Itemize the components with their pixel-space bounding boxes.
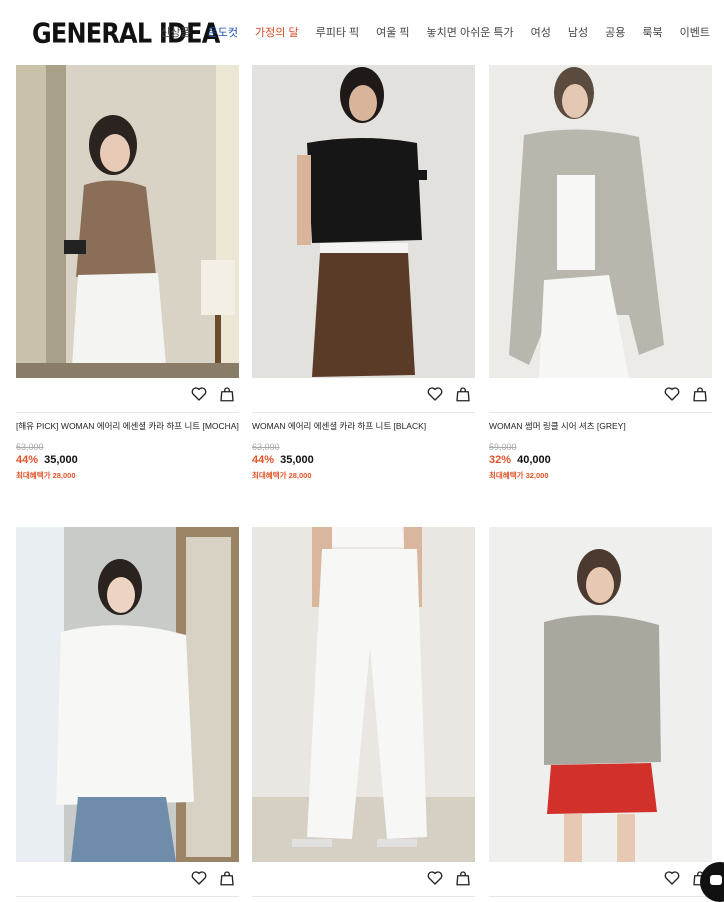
heart-icon[interactable]: [190, 385, 208, 403]
product-card[interactable]: [해유 PICK] WOMAN 에어리 에센셜 카라 하프 니트 [MOCHA]…: [16, 65, 239, 481]
nav-item-lupita-pick[interactable]: 루피타 픽: [316, 24, 360, 40]
product-actions: [16, 378, 239, 413]
nav-item-new[interactable]: 신상품: [160, 24, 190, 40]
nav-item-event[interactable]: 이벤트: [680, 24, 710, 40]
nav-item-yeoul-pick[interactable]: 여울 픽: [376, 24, 409, 40]
product-card[interactable]: [16, 527, 239, 897]
product-actions: [16, 862, 239, 897]
product-image[interactable]: [16, 65, 239, 378]
shopping-bag-icon[interactable]: [218, 869, 236, 887]
price-line: 44% 35,000: [252, 454, 475, 466]
product-actions: [489, 862, 712, 897]
product-card[interactable]: WOMAN 썸머 링클 시어 셔츠 [GREY] 59,000 32% 40,0…: [489, 65, 712, 481]
price-line: 32% 40,000: [489, 454, 712, 466]
product-title[interactable]: WOMAN 썸머 링클 시어 셔츠 [GREY]: [489, 420, 712, 432]
sale-price: 35,000: [280, 454, 314, 466]
product-actions: [489, 378, 712, 413]
product-card[interactable]: WOMAN 에어리 에센셜 카라 하프 니트 [BLACK] 63,000 44…: [252, 65, 475, 481]
heart-icon[interactable]: [663, 869, 681, 887]
original-price: 63,000: [252, 442, 280, 452]
product-card[interactable]: [252, 527, 475, 897]
shopping-bag-icon[interactable]: [691, 385, 709, 403]
product-actions: [252, 378, 475, 413]
main-nav: 신상품 온도컷 가정의 달 루피타 픽 여울 픽 놓치면 아쉬운 특가 여성 남…: [143, 24, 710, 40]
discount-rate: 44%: [16, 454, 39, 466]
chat-bubble-shape: [710, 875, 722, 885]
heart-icon[interactable]: [426, 385, 444, 403]
product-title[interactable]: [해유 PICK] WOMAN 에어리 에센셜 카라 하프 니트 [MOCHA]: [16, 420, 239, 432]
nav-item-women[interactable]: 여성: [531, 24, 551, 40]
product-title[interactable]: WOMAN 에어리 에센셜 카라 하프 니트 [BLACK]: [252, 420, 475, 432]
heart-icon[interactable]: [190, 869, 208, 887]
product-image[interactable]: [489, 65, 712, 378]
product-actions: [252, 862, 475, 897]
product-image[interactable]: [489, 527, 712, 862]
shopping-bag-icon[interactable]: [218, 385, 236, 403]
original-price: 59,000: [489, 442, 517, 452]
discount-rate: 44%: [252, 454, 275, 466]
product-image[interactable]: [16, 527, 239, 862]
product-image[interactable]: [252, 527, 475, 862]
original-price: 63,000: [16, 442, 44, 452]
sale-price: 35,000: [44, 454, 78, 466]
max-benefit-price: 최대혜택가 28,000: [252, 471, 312, 480]
shopping-bag-icon[interactable]: [454, 869, 472, 887]
price-line: 44% 35,000: [16, 454, 239, 466]
max-benefit-price: 최대혜택가 32,000: [489, 471, 549, 480]
heart-icon[interactable]: [426, 869, 444, 887]
nav-item-lookbook[interactable]: 룩북: [642, 24, 662, 40]
nav-item-family-month[interactable]: 가정의 달: [255, 24, 299, 40]
nav-item-men[interactable]: 남성: [568, 24, 588, 40]
site-header: GENERAL IDEA 신상품 온도컷 가정의 달 루피타 픽 여울 픽 놓치…: [0, 0, 724, 64]
heart-icon[interactable]: [663, 385, 681, 403]
max-benefit-price: 최대혜택가 28,000: [16, 471, 76, 480]
nav-item-unisex[interactable]: 공용: [605, 24, 625, 40]
discount-rate: 32%: [489, 454, 512, 466]
nav-item-temperature-cut[interactable]: 온도컷: [208, 24, 238, 40]
product-card[interactable]: [489, 527, 712, 897]
sale-price: 40,000: [517, 454, 551, 466]
shopping-bag-icon[interactable]: [454, 385, 472, 403]
nav-item-special-deal[interactable]: 놓치면 아쉬운 특가: [427, 24, 514, 40]
product-image[interactable]: [252, 65, 475, 378]
